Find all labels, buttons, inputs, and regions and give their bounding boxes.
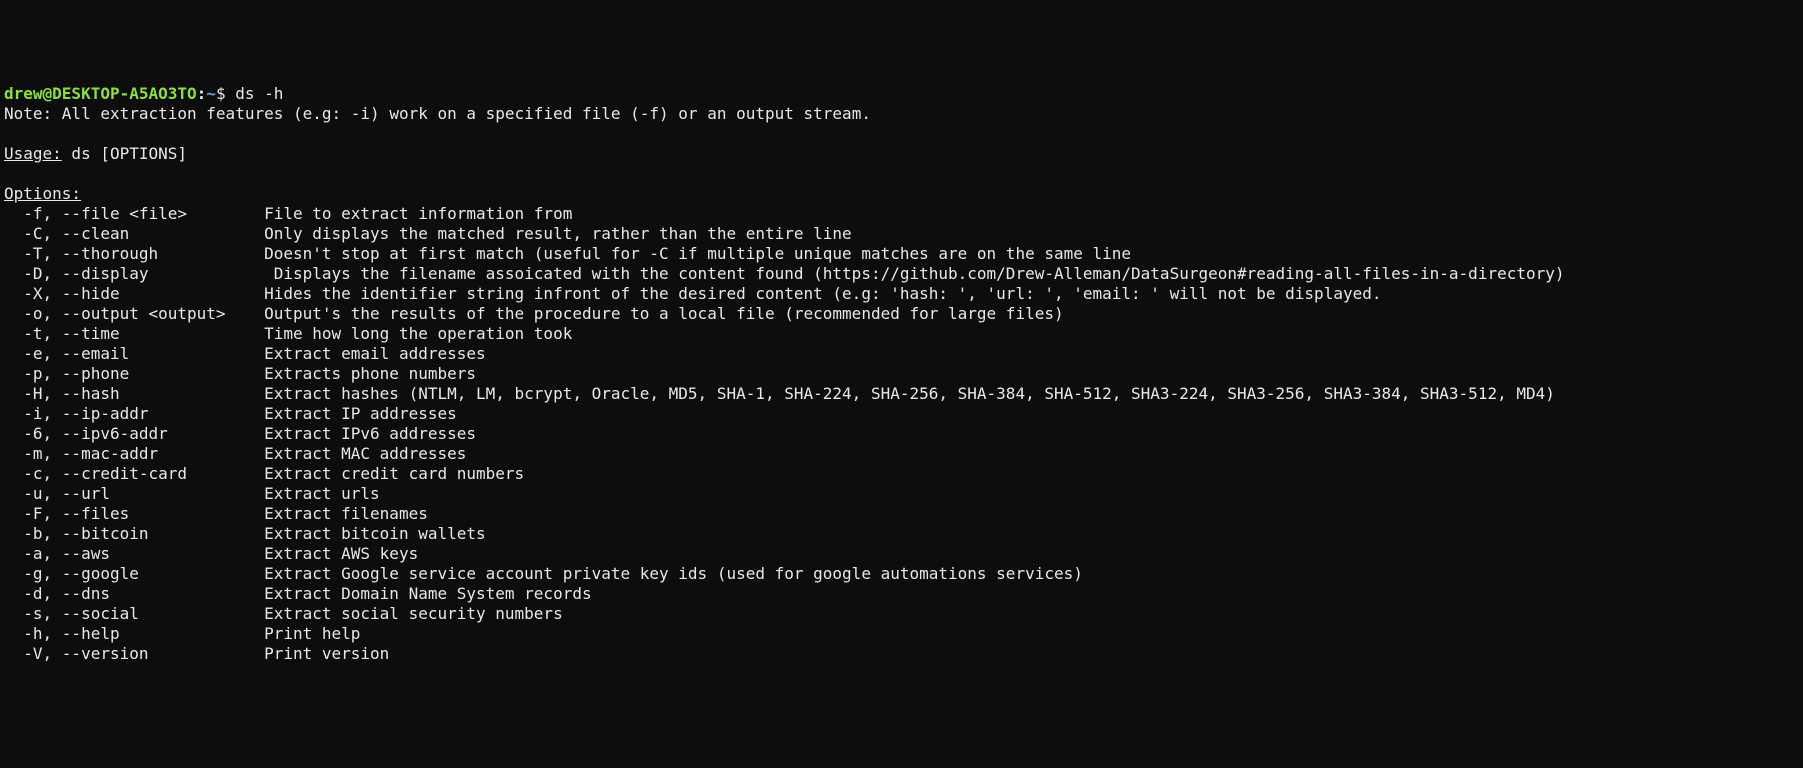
option-description: Doesn't stop at first match (useful for … — [264, 244, 1131, 263]
option-row: -X, --hideHides the identifier string in… — [4, 284, 1799, 304]
note-line: Note: All extraction features (e.g: -i) … — [4, 104, 871, 123]
option-flag: -t, --time — [4, 324, 264, 344]
option-row: -D, --display Displays the filename asso… — [4, 264, 1799, 284]
option-flag: -6, --ipv6-addr — [4, 424, 264, 444]
option-row: -u, --urlExtract urls — [4, 484, 1799, 504]
option-row: -6, --ipv6-addrExtract IPv6 addresses — [4, 424, 1799, 444]
option-row: -h, --helpPrint help — [4, 624, 1799, 644]
option-row: -f, --file <file>File to extract informa… — [4, 204, 1799, 224]
option-description: Extract hashes (NTLM, LM, bcrypt, Oracle… — [264, 384, 1555, 403]
option-description: File to extract information from — [264, 204, 572, 223]
prompt-dollar: $ — [216, 84, 235, 103]
options-label: Options: — [4, 184, 81, 203]
command-text: ds -h — [235, 84, 283, 103]
option-flag: -F, --files — [4, 504, 264, 524]
option-flag: -d, --dns — [4, 584, 264, 604]
prompt-sep: : — [197, 84, 207, 103]
option-description: Extract social security numbers — [264, 604, 563, 623]
option-description: Extracts phone numbers — [264, 364, 476, 383]
option-description: Print help — [264, 624, 360, 643]
option-flag: -f, --file <file> — [4, 204, 264, 224]
options-list: -f, --file <file>File to extract informa… — [4, 204, 1799, 664]
option-row: -d, --dnsExtract Domain Name System reco… — [4, 584, 1799, 604]
option-flag: -e, --email — [4, 344, 264, 364]
option-flag: -m, --mac-addr — [4, 444, 264, 464]
option-row: -t, --timeTime how long the operation to… — [4, 324, 1799, 344]
option-row: -m, --mac-addrExtract MAC addresses — [4, 444, 1799, 464]
option-flag: -X, --hide — [4, 284, 264, 304]
option-flag: -H, --hash — [4, 384, 264, 404]
option-flag: -h, --help — [4, 624, 264, 644]
option-flag: -V, --version — [4, 644, 264, 664]
option-flag: -o, --output <output> — [4, 304, 264, 324]
option-description: Extract urls — [264, 484, 380, 503]
option-row: -o, --output <output>Output's the result… — [4, 304, 1799, 324]
terminal-output[interactable]: drew@DESKTOP-A5AO3TO:~$ ds -h Note: All … — [4, 84, 1799, 664]
prompt-line: drew@DESKTOP-A5AO3TO:~$ ds -h — [4, 84, 283, 103]
option-description: Only displays the matched result, rather… — [264, 224, 852, 243]
option-row: -F, --filesExtract filenames — [4, 504, 1799, 524]
option-description: Print version — [264, 644, 389, 663]
option-description: Hides the identifier string infront of t… — [264, 284, 1381, 303]
option-row: -a, --awsExtract AWS keys — [4, 544, 1799, 564]
option-description: Extract MAC addresses — [264, 444, 466, 463]
option-description: Extract email addresses — [264, 344, 486, 363]
option-description: Output's the results of the procedure to… — [264, 304, 1064, 323]
option-flag: -g, --google — [4, 564, 264, 584]
option-row: -e, --emailExtract email addresses — [4, 344, 1799, 364]
usage-label: Usage: — [4, 144, 62, 163]
option-description: Extract filenames — [264, 504, 428, 523]
option-flag: -c, --credit-card — [4, 464, 264, 484]
option-row: -s, --socialExtract social security numb… — [4, 604, 1799, 624]
option-description: Extract Google service account private k… — [264, 564, 1083, 583]
option-flag: -T, --thorough — [4, 244, 264, 264]
option-row: -g, --googleExtract Google service accou… — [4, 564, 1799, 584]
option-row: -i, --ip-addrExtract IP addresses — [4, 404, 1799, 424]
option-flag: -p, --phone — [4, 364, 264, 384]
option-flag: -s, --social — [4, 604, 264, 624]
option-description: Displays the filename assoicated with th… — [264, 264, 1564, 283]
option-row: -V, --versionPrint version — [4, 644, 1799, 664]
option-description: Time how long the operation took — [264, 324, 572, 343]
option-flag: -b, --bitcoin — [4, 524, 264, 544]
option-description: Extract Domain Name System records — [264, 584, 592, 603]
option-description: Extract IP addresses — [264, 404, 457, 423]
usage-text: ds [OPTIONS] — [62, 144, 187, 163]
option-row: -T, --thoroughDoesn't stop at first matc… — [4, 244, 1799, 264]
option-row: -b, --bitcoinExtract bitcoin wallets — [4, 524, 1799, 544]
option-row: -c, --credit-cardExtract credit card num… — [4, 464, 1799, 484]
option-description: Extract AWS keys — [264, 544, 418, 563]
option-row: -H, --hashExtract hashes (NTLM, LM, bcry… — [4, 384, 1799, 404]
prompt-path: ~ — [206, 84, 216, 103]
option-description: Extract IPv6 addresses — [264, 424, 476, 443]
option-description: Extract credit card numbers — [264, 464, 524, 483]
option-flag: -i, --ip-addr — [4, 404, 264, 424]
option-row: -C, --cleanOnly displays the matched res… — [4, 224, 1799, 244]
option-row: -p, --phoneExtracts phone numbers — [4, 364, 1799, 384]
prompt-user: drew@DESKTOP-A5AO3TO — [4, 84, 197, 103]
option-flag: -D, --display — [4, 264, 264, 284]
option-flag: -a, --aws — [4, 544, 264, 564]
option-flag: -u, --url — [4, 484, 264, 504]
usage-line: Usage: ds [OPTIONS] — [4, 144, 187, 163]
option-flag: -C, --clean — [4, 224, 264, 244]
option-description: Extract bitcoin wallets — [264, 524, 486, 543]
